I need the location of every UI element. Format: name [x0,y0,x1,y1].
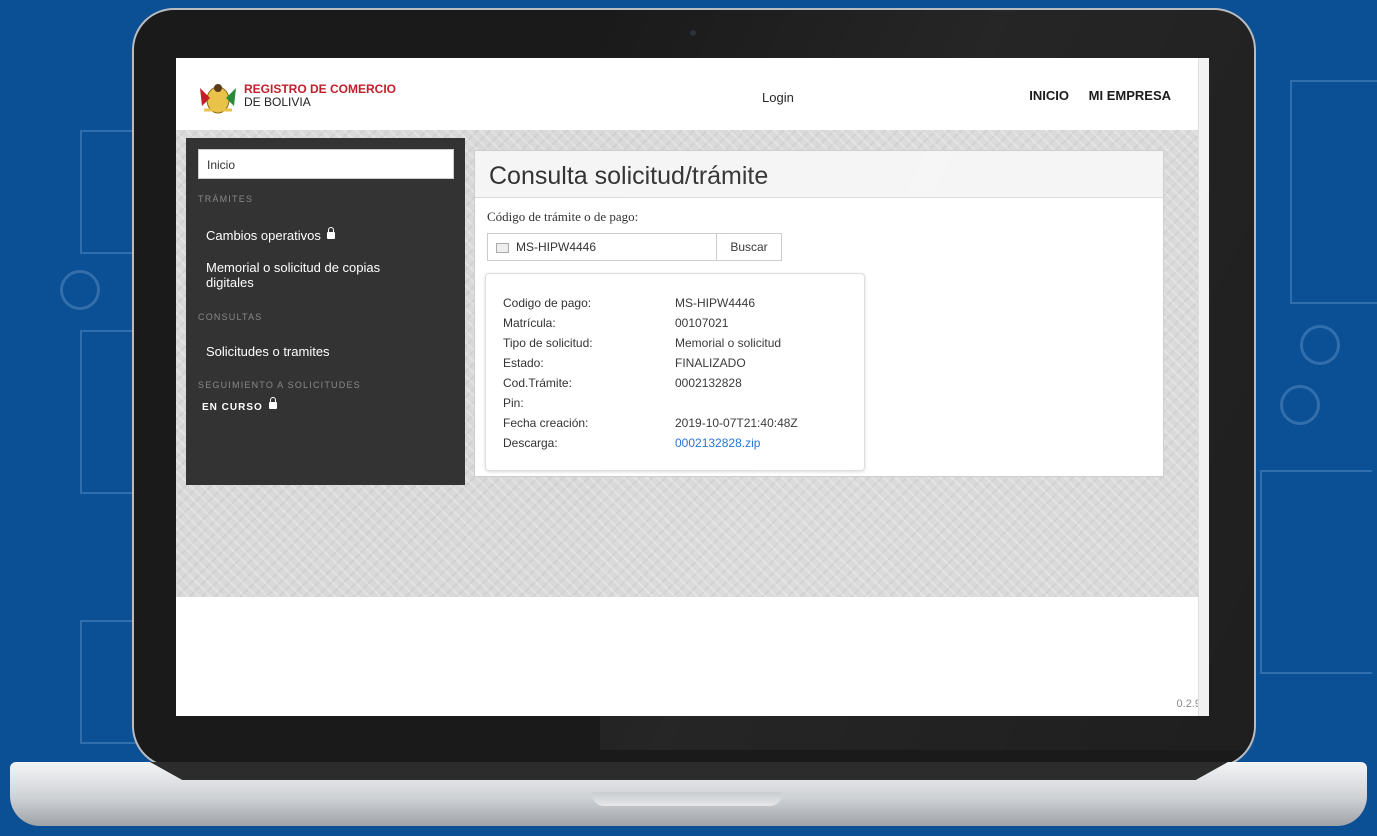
result-label: Pin: [503,396,524,410]
codigo-input-value: MS-HIPW4446 [516,240,597,254]
result-label: Matrícula: [503,316,556,330]
top-nav: INICIO MI EMPRESA [1013,88,1171,103]
keyboard-hinge [150,762,1228,780]
sidebar-item-en-curso[interactable]: EN CURSO [202,397,277,413]
trackpad-notch [592,792,782,806]
codigo-input[interactable]: MS-HIPW4446 [487,233,717,261]
result-label: Descarga: [503,436,558,450]
buscar-button[interactable]: Buscar [717,233,782,261]
bolivia-emblem-icon [200,84,236,114]
result-label: Tipo de solicitud: [503,336,593,350]
browser-screen: REGISTRO DE COMERCIO DE BOLIVIA Login IN… [176,58,1209,716]
lock-icon [326,227,335,239]
result-value: 00107021 [675,316,729,330]
page-title: Consulta solicitud/trámite [475,151,1163,198]
sidebar-item-solicitudes[interactable]: Solicitudes o tramites [206,344,330,359]
result-value: 0002132828 [675,376,742,390]
brand-logo[interactable]: REGISTRO DE COMERCIO DE BOLIVIA [244,83,396,109]
sidebar-heading-tramites: TRÁMITES [198,194,254,204]
download-link[interactable]: 0002132828.zip [675,436,760,450]
result-label: Cod.Trámite: [503,376,572,390]
result-value: MS-HIPW4446 [675,296,756,310]
sidebar-heading-consultas: CONSULTAS [198,312,263,322]
consulta-panel: Consulta solicitud/trámite Código de trá… [474,150,1164,477]
sidebar-item-cambios-operativos[interactable]: Cambios operativos [206,227,335,243]
sidebar-item-label: EN CURSO [202,402,263,413]
result-value: FINALIZADO [675,356,746,370]
nav-inicio[interactable]: INICIO [1029,88,1069,103]
nav-mi-empresa[interactable]: MI EMPRESA [1089,88,1171,103]
site-header: REGISTRO DE COMERCIO DE BOLIVIA Login IN… [176,58,1209,130]
sidebar: Inicio TRÁMITES Cambios operativos Memor… [186,138,465,485]
result-value: 2019-10-07T21:40:48Z [675,416,798,430]
result-card: Codigo de pago: MS-HIPW4446 Matrícula: 0… [485,273,865,471]
sidebar-item-inicio[interactable]: Inicio [198,149,454,179]
result-label: Codigo de pago: [503,296,592,310]
result-value: Memorial o solicitud [675,336,782,350]
sidebar-heading-seguimiento: SEGUIMIENTO A SOLICITUDES [198,380,361,390]
login-link[interactable]: Login [762,90,794,105]
id-card-icon [496,243,509,253]
sidebar-item-memorial[interactable]: Memorial o solicitud de copias digitales [206,260,421,290]
sidebar-item-label: Cambios operativos [206,228,321,243]
lock-icon [268,397,277,409]
brand-line-2: DE BOLIVIA [244,95,311,109]
camera-icon [690,30,696,36]
codigo-label: Código de trámite o de pago: [487,209,639,224]
result-label: Estado: [503,356,544,370]
scrollbar[interactable] [1198,58,1209,716]
result-label: Fecha creación: [503,416,589,430]
